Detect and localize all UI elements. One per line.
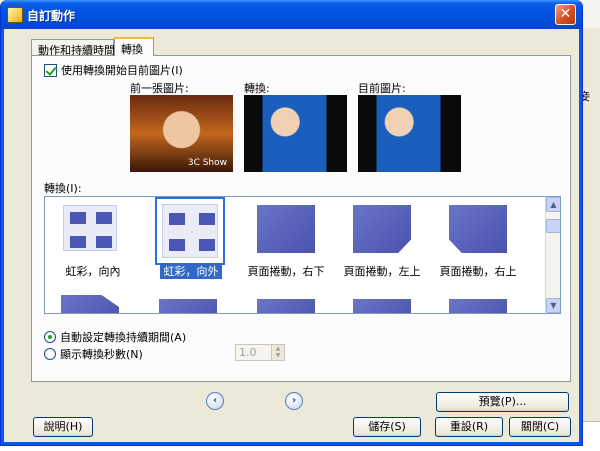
save-button[interactable]: 儲存(S) (353, 417, 421, 437)
current-image-preview (358, 95, 461, 172)
transition-caption: 頁面捲動，右上 (439, 265, 517, 278)
use-transition-option[interactable]: 使用轉換開始目前圖片(I) (44, 62, 183, 78)
previous-image-label: 前一張圖片: (130, 82, 189, 95)
transition-page-curl-top-left[interactable] (351, 201, 413, 255)
transition-page-curl-top-right[interactable] (447, 201, 509, 255)
transition-caption-selected: 虹彩，向外 (160, 263, 222, 279)
previous-image-preview: 3C Show (130, 95, 233, 172)
manual-duration-radio[interactable] (44, 348, 56, 360)
close-button[interactable]: 關閉(C) (509, 417, 571, 437)
auto-duration-option[interactable]: 自動設定轉換持續期間(A) (44, 329, 186, 345)
seconds-spinner[interactable]: 1.0 ▲ ▼ (235, 344, 285, 361)
transition-iris-out[interactable] (155, 197, 225, 265)
transition-item[interactable] (447, 291, 509, 313)
tab-actions-duration[interactable]: 動作和持續時間 (31, 39, 115, 57)
custom-animation-dialog: 自訂動作 ✕ 動作和持續時間 轉換 使用轉換開始目前圖片(I) 前一張圖片: 轉… (0, 0, 583, 446)
scroll-up-icon[interactable]: ▲ (546, 197, 560, 212)
transition-caption: 頁面捲動，左上 (343, 265, 421, 278)
title-bar[interactable]: 自訂動作 ✕ (1, 0, 582, 29)
reset-button[interactable]: 重設(R) (435, 417, 503, 437)
transition-caption: 頁面捲動，右下 (247, 265, 325, 278)
preview-watermark: 3C Show (187, 158, 227, 168)
manual-duration-label: 顯示轉換秒數(N) (60, 348, 143, 361)
transition-page-curl-bottom-right[interactable] (255, 201, 317, 255)
current-image-label: 目前圖片: (358, 82, 406, 95)
auto-duration-label: 自動設定轉換持續期間(A) (60, 331, 187, 344)
transition-list-label: 轉換(I): (44, 182, 82, 195)
transition-list[interactable]: 虹彩，向內 虹彩，向外 頁面捲動，右下 頁面捲動，左上 頁面捲動，右上 ▲ ▼ (44, 196, 561, 314)
use-transition-label: 使用轉換開始目前圖片(I) (61, 64, 183, 77)
transition-panel: 使用轉換開始目前圖片(I) 前一張圖片: 轉換: 目前圖片: 3C Show 轉… (31, 55, 571, 382)
transition-preview (244, 95, 347, 172)
next-arrow-icon[interactable]: › (285, 392, 303, 410)
preview-button[interactable]: 預覽(P)... (436, 392, 569, 412)
close-window-button[interactable]: ✕ (555, 4, 576, 25)
transition-iris-in[interactable] (59, 201, 121, 255)
use-transition-checkbox[interactable] (44, 63, 57, 77)
scroll-thumb[interactable] (546, 219, 560, 233)
transition-list-scrollbar[interactable]: ▲ ▼ (545, 197, 560, 313)
transition-item[interactable] (157, 291, 219, 313)
help-button[interactable]: 說明(H) (33, 417, 93, 437)
transition-item[interactable] (351, 291, 413, 313)
transition-item[interactable] (255, 291, 317, 313)
transition-preview-label: 轉換: (244, 82, 270, 95)
transition-caption: 虹彩，向內 (65, 265, 121, 278)
spinner-arrows-icon[interactable]: ▲ ▼ (271, 345, 284, 360)
window-title: 自訂動作 (27, 9, 76, 23)
app-icon (7, 7, 23, 23)
transition-item[interactable] (59, 291, 121, 313)
auto-duration-radio[interactable] (44, 331, 56, 343)
previous-arrow-icon[interactable]: ‹ (206, 392, 224, 410)
seconds-value: 1.0 (239, 346, 257, 359)
tab-transition[interactable]: 轉換 (114, 37, 154, 56)
manual-duration-option[interactable]: 顯示轉換秒數(N) (44, 346, 143, 362)
scroll-down-icon[interactable]: ▼ (546, 298, 560, 313)
